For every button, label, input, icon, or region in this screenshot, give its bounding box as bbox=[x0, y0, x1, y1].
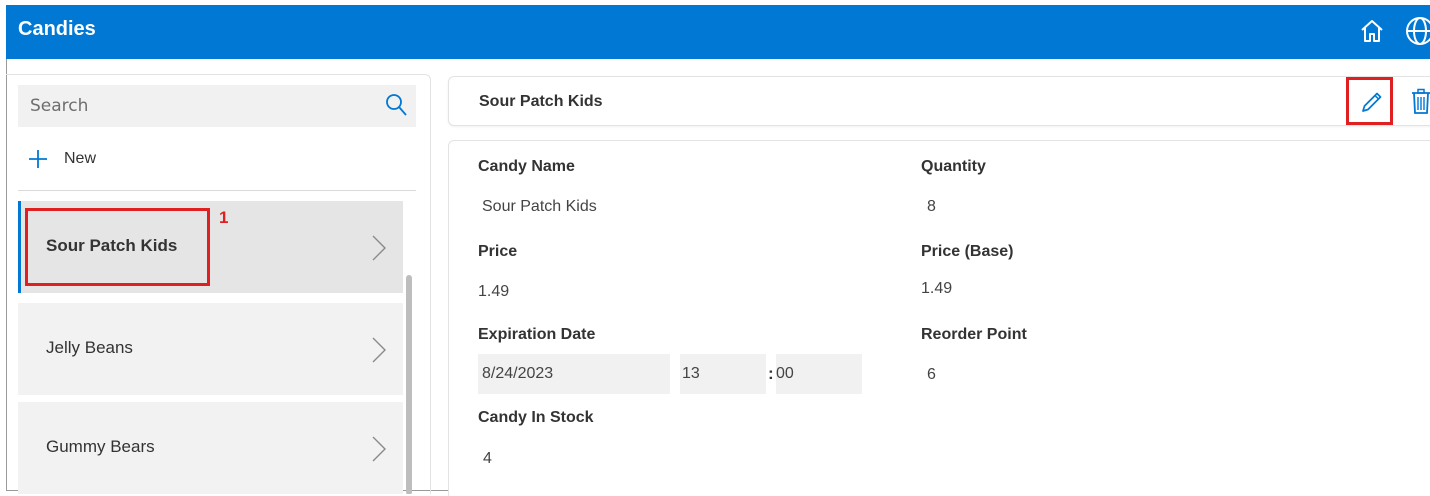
price-label: Price bbox=[478, 243, 518, 260]
list-item-gummy-bears[interactable]: Gummy Bears bbox=[18, 402, 403, 494]
candy-name-label: Candy Name bbox=[478, 158, 575, 175]
candy-name-value: Sour Patch Kids bbox=[482, 198, 597, 215]
price-base-value: 1.49 bbox=[921, 280, 953, 297]
delete-icon[interactable] bbox=[1410, 88, 1430, 116]
app-title: Candies bbox=[18, 18, 96, 40]
search-box bbox=[18, 85, 416, 127]
expiration-date-label: Expiration Date bbox=[478, 326, 596, 343]
time-separator: : bbox=[768, 364, 774, 383]
highlight-box-2 bbox=[1346, 77, 1393, 125]
annotation-marker-1: 1 bbox=[219, 208, 229, 227]
search-input[interactable] bbox=[18, 85, 378, 127]
selected-indicator bbox=[18, 201, 21, 293]
reorder-point-value: 6 bbox=[927, 366, 936, 383]
record-title: Sour Patch Kids bbox=[479, 93, 603, 110]
globe-icon[interactable] bbox=[1404, 15, 1430, 47]
search-icon[interactable] bbox=[384, 93, 408, 117]
candy-in-stock-label: Candy In Stock bbox=[478, 409, 594, 426]
list-item-label: Jelly Beans bbox=[46, 338, 133, 357]
chevron-right-icon bbox=[372, 235, 386, 261]
divider bbox=[18, 190, 416, 191]
list-scrollbar[interactable] bbox=[406, 275, 412, 494]
new-button-label: New bbox=[64, 150, 97, 167]
price-value: 1.49 bbox=[478, 283, 510, 300]
expiration-minute-input[interactable]: 00 bbox=[776, 354, 862, 394]
record-form bbox=[448, 140, 1430, 496]
chevron-right-icon bbox=[372, 337, 386, 363]
expiration-hour-input[interactable]: 13 bbox=[680, 354, 766, 394]
quantity-label: Quantity bbox=[921, 158, 986, 175]
app-header: Candies bbox=[6, 5, 1430, 59]
price-base-label: Price (Base) bbox=[921, 243, 1014, 260]
list-item-jelly-beans[interactable]: Jelly Beans bbox=[18, 303, 403, 395]
list-item-label: Gummy Bears bbox=[46, 437, 155, 456]
home-icon[interactable] bbox=[1358, 17, 1386, 45]
expiration-date-input[interactable]: 8/24/2023 bbox=[478, 354, 670, 394]
highlight-box-1 bbox=[25, 208, 210, 286]
record-header: Sour Patch Kids bbox=[448, 76, 1430, 126]
plus-icon bbox=[29, 150, 47, 168]
reorder-point-label: Reorder Point bbox=[921, 326, 1027, 343]
new-button[interactable]: New bbox=[28, 146, 96, 172]
quantity-value: 8 bbox=[927, 198, 936, 215]
candy-in-stock-value: 4 bbox=[483, 450, 492, 467]
chevron-right-icon bbox=[372, 436, 386, 462]
